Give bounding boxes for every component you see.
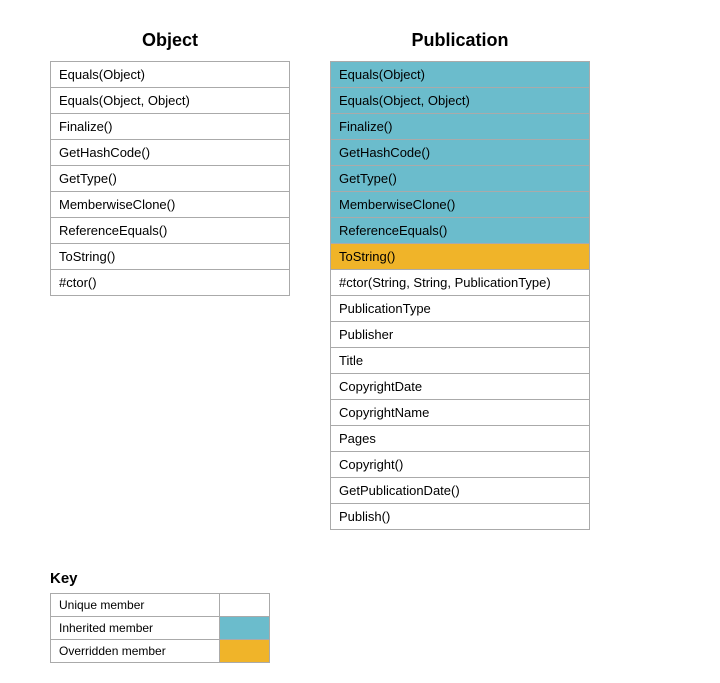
table-row: Finalize() — [51, 114, 290, 140]
table-row: ReferenceEquals() — [331, 218, 590, 244]
table-row: CopyrightDate — [331, 374, 590, 400]
cell-label: ReferenceEquals() — [51, 218, 290, 244]
table-row: Publish() — [331, 504, 590, 530]
object-title: Object — [142, 30, 198, 51]
table-row: Pages — [331, 426, 590, 452]
table-row: GetHashCode() — [331, 140, 590, 166]
table-row: ReferenceEquals() — [51, 218, 290, 244]
cell-label: PublicationType — [331, 296, 590, 322]
table-row: MemberwiseClone() — [331, 192, 590, 218]
cell-label: Equals(Object, Object) — [51, 88, 290, 114]
cell-label: Copyright() — [331, 452, 590, 478]
cell-label: Publish() — [331, 504, 590, 530]
cell-label: #ctor(String, String, PublicationType) — [331, 270, 590, 296]
table-row: ToString() — [51, 244, 290, 270]
key-label: Unique member — [51, 594, 220, 617]
object-column: Object Equals(Object)Equals(Object, Obje… — [50, 30, 290, 530]
table-row: Copyright() — [331, 452, 590, 478]
key-swatch — [220, 594, 270, 617]
cell-label: GetType() — [51, 166, 290, 192]
publication-title: Publication — [411, 30, 508, 51]
cell-label: CopyrightDate — [331, 374, 590, 400]
table-row: GetType() — [331, 166, 590, 192]
table-row: GetType() — [51, 166, 290, 192]
cell-label: GetPublicationDate() — [331, 478, 590, 504]
cell-label: ToString() — [51, 244, 290, 270]
cell-label: ToString() — [331, 244, 590, 270]
cell-label: MemberwiseClone() — [51, 192, 290, 218]
cell-label: MemberwiseClone() — [331, 192, 590, 218]
cell-label: GetHashCode() — [331, 140, 590, 166]
cell-label: CopyrightName — [331, 400, 590, 426]
table-row: CopyrightName — [331, 400, 590, 426]
key-box: Key Unique memberInherited memberOverrid… — [50, 570, 270, 663]
cell-label: Equals(Object) — [51, 62, 290, 88]
key-row: Inherited member — [51, 617, 270, 640]
table-row: ToString() — [331, 244, 590, 270]
cell-label: GetType() — [331, 166, 590, 192]
table-row: #ctor(String, String, PublicationType) — [331, 270, 590, 296]
key-label: Overridden member — [51, 640, 220, 663]
key-row: Unique member — [51, 594, 270, 617]
cell-label: Finalize() — [51, 114, 290, 140]
key-row: Overridden member — [51, 640, 270, 663]
table-row: GetHashCode() — [51, 140, 290, 166]
table-row: Finalize() — [331, 114, 590, 140]
table-row: Equals(Object, Object) — [331, 88, 590, 114]
key-title: Key — [50, 570, 270, 587]
table-row: #ctor() — [51, 270, 290, 296]
table-row: MemberwiseClone() — [51, 192, 290, 218]
cell-label: GetHashCode() — [51, 140, 290, 166]
key-swatch — [220, 640, 270, 663]
object-table: Equals(Object)Equals(Object, Object)Fina… — [50, 61, 290, 296]
cell-label: #ctor() — [51, 270, 290, 296]
table-row: Equals(Object, Object) — [51, 88, 290, 114]
table-row: GetPublicationDate() — [331, 478, 590, 504]
key-swatch — [220, 617, 270, 640]
cell-label: Finalize() — [331, 114, 590, 140]
table-row: Equals(Object) — [331, 62, 590, 88]
table-row: Title — [331, 348, 590, 374]
key-section: Key Unique memberInherited memberOverrid… — [20, 570, 700, 663]
cell-label: Pages — [331, 426, 590, 452]
table-row: Equals(Object) — [51, 62, 290, 88]
key-table: Unique memberInherited memberOverridden … — [50, 593, 270, 663]
cell-label: Publisher — [331, 322, 590, 348]
cell-label: Equals(Object) — [331, 62, 590, 88]
cell-label: Equals(Object, Object) — [331, 88, 590, 114]
cell-label: ReferenceEquals() — [331, 218, 590, 244]
key-label: Inherited member — [51, 617, 220, 640]
publication-column: Publication Equals(Object)Equals(Object,… — [330, 30, 590, 530]
table-row: PublicationType — [331, 296, 590, 322]
table-row: Publisher — [331, 322, 590, 348]
cell-label: Title — [331, 348, 590, 374]
publication-table: Equals(Object)Equals(Object, Object)Fina… — [330, 61, 590, 530]
